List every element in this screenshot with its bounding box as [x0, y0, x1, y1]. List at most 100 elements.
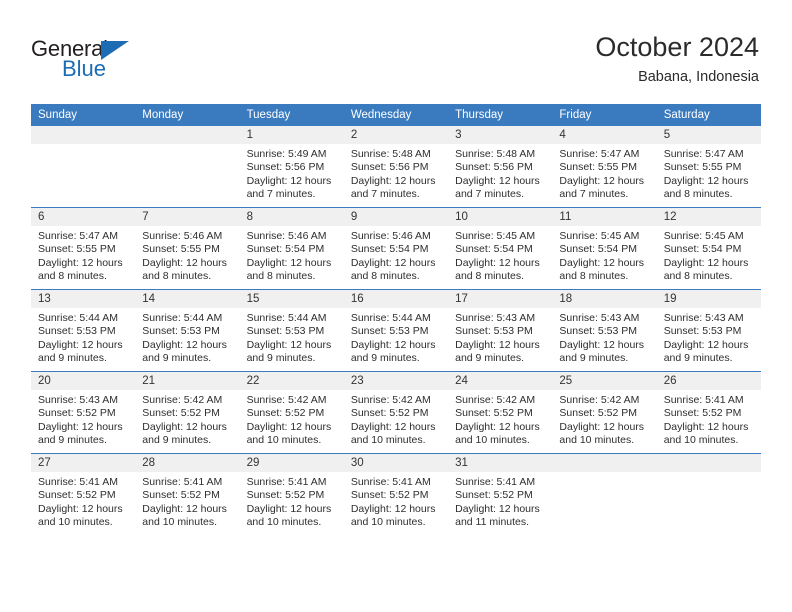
calendar-day-cell[interactable]: 12 Sunrise: 5:45 AM Sunset: 5:54 PM Dayligh… — [656, 207, 761, 290]
day-detail-line: Daylight: 12 hours — [38, 502, 123, 515]
day-detail-line: Daylight: 12 hours — [246, 174, 332, 187]
day-number: 26 — [656, 372, 761, 390]
calendar-day-cell[interactable]: 19 Sunrise: 5:43 AM Sunset: 5:53 PM Dayligh… — [656, 289, 761, 372]
day-detail-line: Sunrise: 5:41 AM — [246, 476, 327, 488]
logo-text-blue: Blue — [62, 56, 107, 81]
calendar-day-cell[interactable]: 17 Sunrise: 5:43 AM Sunset: 5:53 PM Dayligh… — [448, 289, 553, 372]
calendar-day-cell[interactable]: 8 Sunrise: 5:46 AM Sunset: 5:54 PM Daylight… — [239, 207, 344, 290]
calendar-day-cell[interactable]: 5 Sunrise: 5:47 AM Sunset: 5:55 PM Daylight… — [656, 126, 761, 208]
day-detail-line: Daylight: 12 hours — [455, 338, 540, 351]
calendar-day-cell[interactable]: 26 Sunrise: 5:41 AM Sunset: 5:52 PM Dayligh… — [656, 371, 761, 454]
calendar-day-cell[interactable]: 28 Sunrise: 5:41 AM Sunset: 5:52 PM Dayligh… — [135, 453, 240, 535]
day-detail-line: Sunset: 5:56 PM — [455, 161, 533, 174]
day-detail-line: and 9 minutes. — [559, 352, 629, 365]
calendar-day-cell[interactable]: 30 Sunrise: 5:41 AM Sunset: 5:52 PM Dayligh… — [343, 453, 449, 535]
calendar-day-cell[interactable]: 14 Sunrise: 5:44 AM Sunset: 5:53 PM Dayligh… — [135, 289, 240, 372]
calendar-week-row: 27 Sunrise: 5:41 AM Sunset: 5:52 PM Dayligh… — [31, 453, 761, 535]
day-detail-line: Sunrise: 5:46 AM — [142, 230, 223, 242]
day-detail-line: Sunrise: 5:43 AM — [559, 312, 640, 324]
day-number: 17 — [448, 290, 553, 308]
day-detail-line: Daylight: 12 hours — [350, 256, 436, 269]
calendar-day-cell[interactable]: 4 Sunrise: 5:47 AM Sunset: 5:55 PM Daylight… — [552, 126, 657, 208]
day-details: Sunrise: 5:46 AM Sunset: 5:55 PM Daylight:… — [135, 226, 239, 284]
calendar-day-cell[interactable]: 25 Sunrise: 5:42 AM Sunset: 5:52 PM Dayligh… — [552, 371, 657, 454]
day-details — [135, 144, 239, 148]
day-detail-line: Daylight: 12 hours — [455, 256, 540, 269]
calendar-day-cell[interactable]: 29 Sunrise: 5:41 AM Sunset: 5:52 PM Dayligh… — [239, 453, 344, 535]
day-detail-line: and 8 minutes. — [455, 270, 525, 283]
calendar-day-cell[interactable]: 10 Sunrise: 5:45 AM Sunset: 5:54 PM Dayligh… — [448, 207, 553, 290]
day-details: Sunrise: 5:48 AM Sunset: 5:56 PM Daylight:… — [448, 144, 552, 202]
calendar-day-cell[interactable]: 11 Sunrise: 5:45 AM Sunset: 5:54 PM Dayligh… — [552, 207, 657, 290]
day-number: 2 — [343, 126, 449, 144]
calendar-day-cell[interactable]: 1 Sunrise: 5:49 AM Sunset: 5:56 PM Daylight… — [239, 126, 344, 208]
day-detail-line: Sunset: 5:52 PM — [142, 407, 220, 420]
calendar-day-cell[interactable]: 24 Sunrise: 5:42 AM Sunset: 5:52 PM Dayligh… — [448, 371, 553, 454]
calendar-day-cell[interactable]: 3 Sunrise: 5:48 AM Sunset: 5:56 PM Daylight… — [448, 126, 553, 208]
calendar-day-cell[interactable]: 6 Sunrise: 5:47 AM Sunset: 5:55 PM Daylight… — [31, 207, 136, 290]
day-detail-line: Daylight: 12 hours — [455, 420, 540, 433]
calendar-day-cell-empty — [31, 126, 136, 208]
day-details: Sunrise: 5:41 AM Sunset: 5:52 PM Daylight:… — [657, 390, 761, 448]
day-detail-line: and 8 minutes. — [142, 270, 212, 283]
calendar-day-cell[interactable]: 27 Sunrise: 5:41 AM Sunset: 5:52 PM Dayligh… — [31, 453, 136, 535]
day-detail-line: Sunset: 5:52 PM — [455, 407, 533, 420]
calendar-day-cell[interactable]: 15 Sunrise: 5:44 AM Sunset: 5:53 PM Dayligh… — [239, 289, 344, 372]
day-details: Sunrise: 5:45 AM Sunset: 5:54 PM Daylight:… — [657, 226, 761, 284]
day-details — [552, 472, 656, 476]
calendar-week-row: 20 Sunrise: 5:43 AM Sunset: 5:52 PM Dayligh… — [31, 371, 761, 454]
day-detail-line: Sunset: 5:55 PM — [142, 243, 220, 256]
day-detail-line: Daylight: 12 hours — [246, 256, 332, 269]
day-detail-line: Daylight: 12 hours — [142, 256, 227, 269]
calendar-day-cell[interactable]: 22 Sunrise: 5:42 AM Sunset: 5:52 PM Dayligh… — [239, 371, 344, 454]
calendar-day-cell[interactable]: 2 Sunrise: 5:48 AM Sunset: 5:56 PM Daylight… — [343, 126, 449, 208]
day-detail-line: and 10 minutes. — [142, 516, 217, 529]
day-detail-line: Sunrise: 5:43 AM — [455, 312, 536, 324]
day-detail-line: and 9 minutes. — [38, 434, 107, 447]
day-detail-line: Daylight: 12 hours — [246, 502, 332, 515]
day-number: 28 — [135, 454, 240, 472]
day-details: Sunrise: 5:44 AM Sunset: 5:53 PM Daylight:… — [344, 308, 448, 366]
day-number: 8 — [239, 208, 344, 226]
calendar-day-cell-empty — [656, 453, 761, 535]
weekday-header-saturday: Saturday — [656, 104, 761, 126]
day-details: Sunrise: 5:47 AM Sunset: 5:55 PM Daylight:… — [552, 144, 656, 202]
calendar-day-cell[interactable]: 21 Sunrise: 5:42 AM Sunset: 5:52 PM Dayligh… — [135, 371, 240, 454]
calendar-day-cell[interactable]: 13 Sunrise: 5:44 AM Sunset: 5:53 PM Dayligh… — [31, 289, 136, 372]
day-detail-line: Sunrise: 5:42 AM — [142, 394, 223, 406]
day-details: Sunrise: 5:47 AM Sunset: 5:55 PM Daylight:… — [31, 226, 135, 284]
day-details: Sunrise: 5:43 AM Sunset: 5:52 PM Daylight:… — [31, 390, 135, 448]
day-detail-line: Daylight: 12 hours — [455, 174, 540, 187]
day-detail-line: Sunrise: 5:45 AM — [663, 230, 744, 242]
day-detail-line: Daylight: 12 hours — [142, 502, 227, 515]
calendar-day-cell[interactable]: 18 Sunrise: 5:43 AM Sunset: 5:53 PM Dayligh… — [552, 289, 657, 372]
day-detail-line: Daylight: 12 hours — [350, 502, 436, 515]
day-details: Sunrise: 5:46 AM Sunset: 5:54 PM Daylight:… — [344, 226, 448, 284]
day-detail-line: and 11 minutes. — [455, 516, 530, 529]
calendar-day-cell[interactable]: 31 Sunrise: 5:41 AM Sunset: 5:52 PM Dayligh… — [448, 453, 553, 535]
day-detail-line: and 10 minutes. — [350, 434, 426, 447]
day-detail-line: Sunset: 5:52 PM — [559, 407, 638, 420]
day-detail-line: Daylight: 12 hours — [663, 338, 749, 351]
day-details: Sunrise: 5:42 AM Sunset: 5:52 PM Daylight:… — [552, 390, 656, 448]
calendar-day-cell[interactable]: 7 Sunrise: 5:46 AM Sunset: 5:55 PM Daylight… — [135, 207, 240, 290]
calendar-day-cell[interactable]: 23 Sunrise: 5:42 AM Sunset: 5:52 PM Dayligh… — [343, 371, 449, 454]
day-detail-line: Daylight: 12 hours — [38, 420, 123, 433]
day-number: 24 — [448, 372, 553, 390]
calendar-day-cell[interactable]: 20 Sunrise: 5:43 AM Sunset: 5:52 PM Dayligh… — [31, 371, 136, 454]
calendar-day-cell[interactable]: 16 Sunrise: 5:44 AM Sunset: 5:53 PM Dayligh… — [343, 289, 449, 372]
sunrise-sunset-calendar: Sunday Monday Tuesday Wednesday Thursday… — [31, 104, 761, 535]
day-detail-line: Sunrise: 5:46 AM — [350, 230, 431, 242]
day-details: Sunrise: 5:46 AM Sunset: 5:54 PM Daylight:… — [240, 226, 344, 284]
weekday-header-sunday: Sunday — [31, 104, 136, 126]
weekday-header-tuesday: Tuesday — [239, 104, 344, 126]
day-detail-line: and 9 minutes. — [350, 352, 420, 365]
day-detail-line: Sunrise: 5:41 AM — [663, 394, 744, 406]
day-detail-line: Daylight: 12 hours — [663, 174, 749, 187]
day-number: 4 — [552, 126, 657, 144]
calendar-day-cell[interactable]: 9 Sunrise: 5:46 AM Sunset: 5:54 PM Daylight… — [343, 207, 449, 290]
day-number: 14 — [135, 290, 240, 308]
day-details: Sunrise: 5:43 AM Sunset: 5:53 PM Daylight:… — [552, 308, 656, 366]
day-detail-line: Sunset: 5:52 PM — [246, 489, 325, 502]
day-detail-line: Sunset: 5:56 PM — [246, 161, 325, 174]
